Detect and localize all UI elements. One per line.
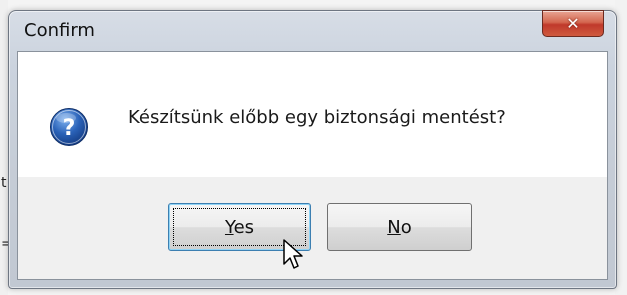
dialog-message: Készítsünk előbb egy biztonsági mentést? [128,107,506,128]
background-glyph: t [1,175,7,191]
svg-text:?: ? [63,116,76,141]
no-button[interactable]: No [327,203,472,251]
close-icon: ✕ [566,13,580,33]
mouse-pointer-icon [283,239,303,269]
title-bar[interactable]: Confirm ✕ [9,10,616,49]
no-label-rest: o [400,216,412,238]
close-button[interactable]: ✕ [542,10,604,37]
confirm-dialog: Confirm ✕ ? Készítsünk előbb egy biztons… [8,10,617,289]
no-button-label: No [387,217,411,238]
background-app-fragment: t = [0,0,13,295]
dialog-title: Confirm [24,20,95,41]
question-icon: ? [50,108,88,146]
no-mnemonic: N [387,216,401,238]
dialog-body: ? Készítsünk előbb egy biztonsági mentés… [17,51,608,280]
message-panel: ? Készítsünk előbb egy biztonsági mentés… [18,52,607,177]
